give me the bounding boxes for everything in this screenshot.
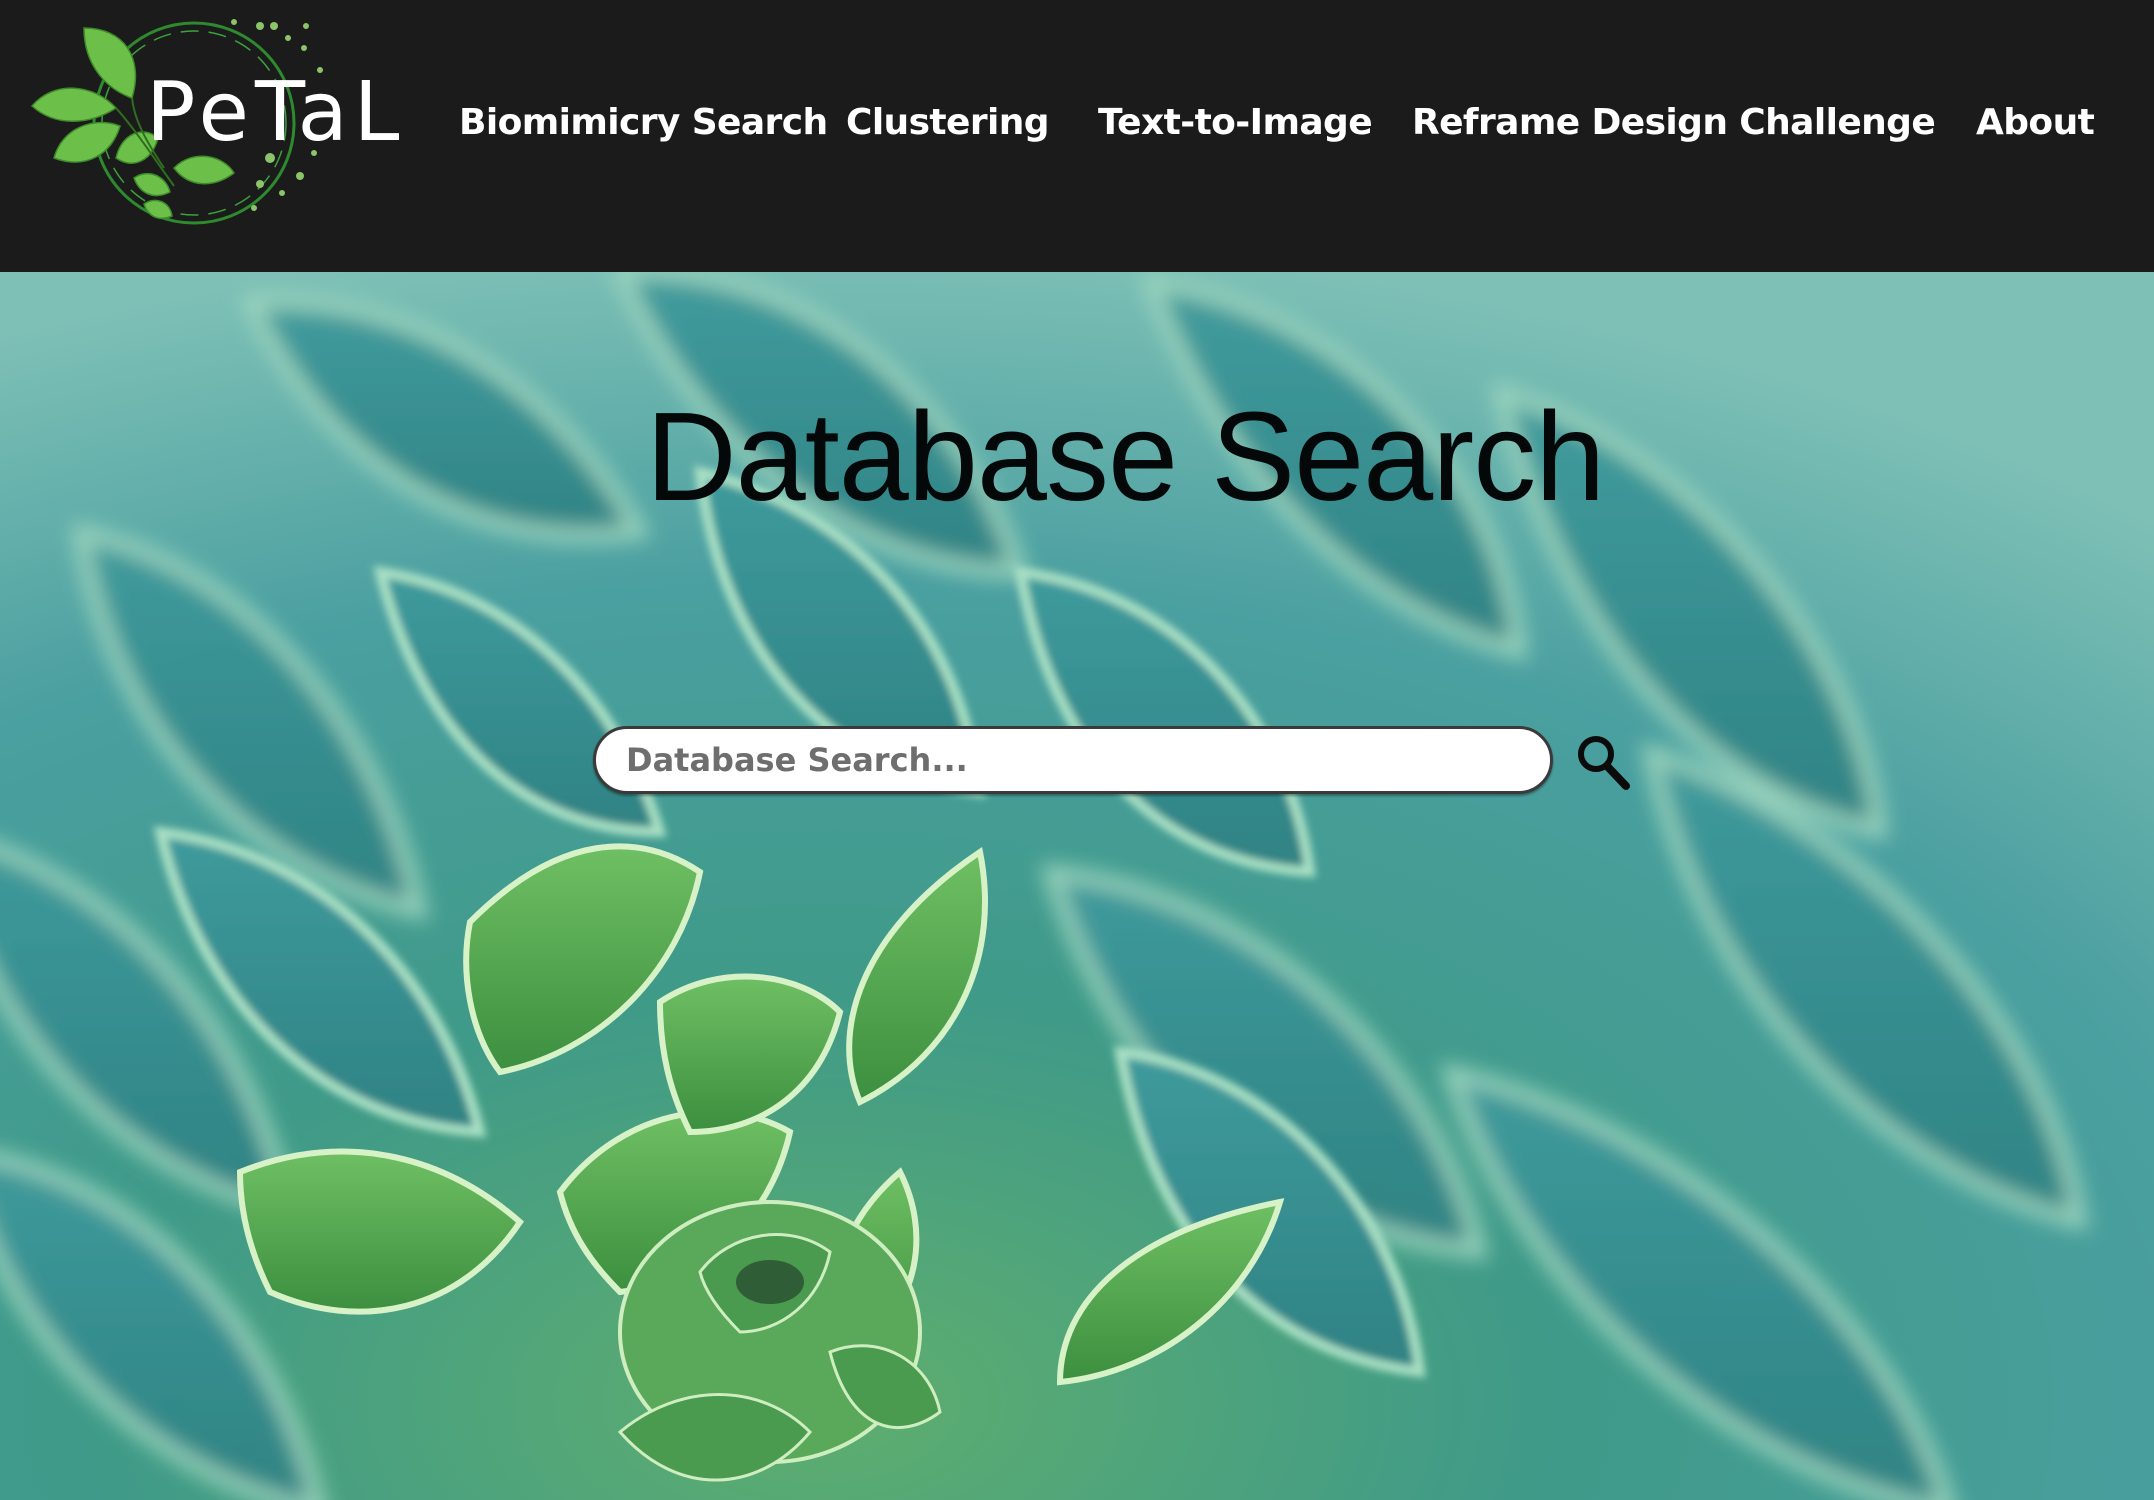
database-search-input[interactable] — [593, 726, 1553, 794]
hero-section: Database Search — [0, 272, 2154, 1500]
nav-text-to-image[interactable]: Text-to-Image — [1098, 98, 1373, 148]
search-box — [593, 726, 1553, 794]
nav-reframe-design-challenge[interactable]: Reframe Design Challenge — [1412, 98, 1936, 148]
nav-clustering[interactable]: Clustering — [846, 98, 1050, 148]
page-title: Database Search — [645, 386, 1606, 527]
logo-wordmark: PeTaL — [146, 65, 405, 160]
petal-leaf-logo-icon: PeTaL — [30, 19, 405, 225]
nav-biomimicry-search[interactable]: Biomimicry Search — [459, 98, 828, 148]
search-button[interactable] — [1574, 730, 1634, 794]
petal-logo[interactable]: PeTaL — [24, 8, 434, 228]
search-icon — [1578, 736, 1630, 790]
nav-about[interactable]: About — [1976, 98, 2095, 148]
site-header: PeTaL Biomimicry Search Clustering Text-… — [0, 0, 2154, 272]
